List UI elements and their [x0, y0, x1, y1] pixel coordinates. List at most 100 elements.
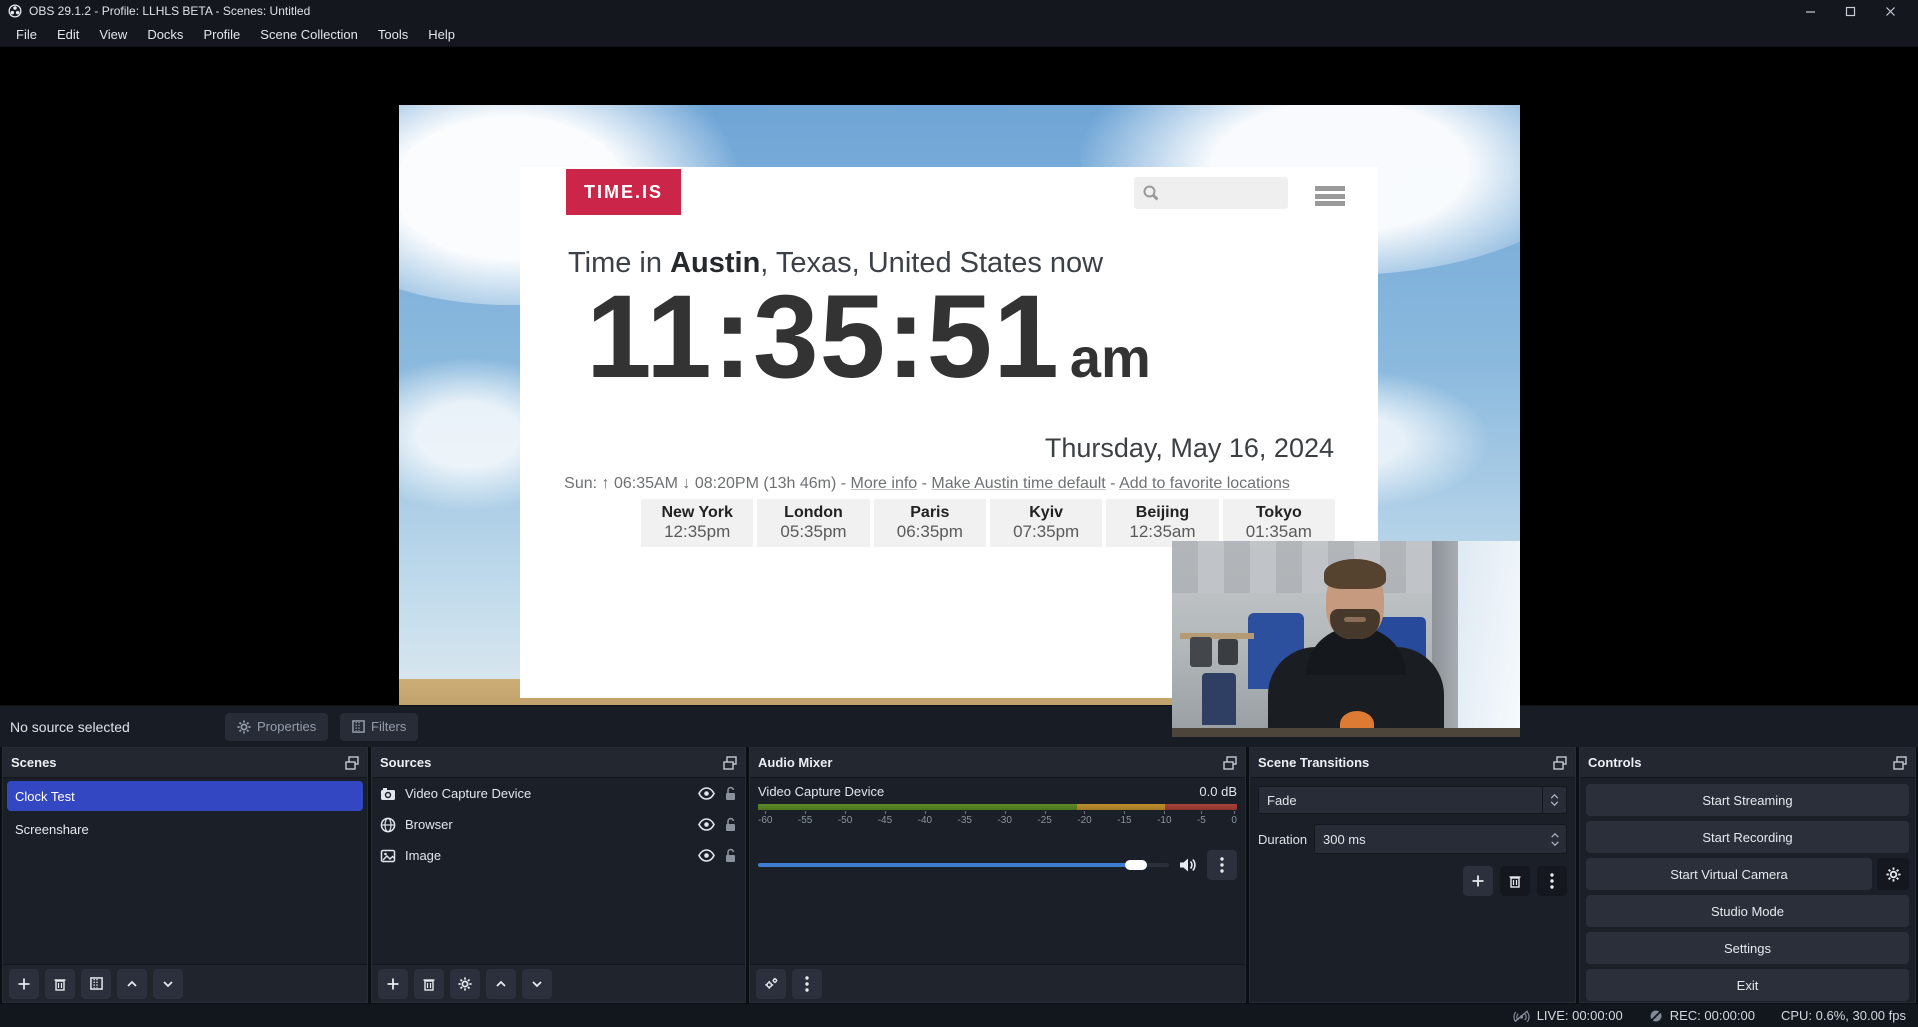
- world-cities-row: New York12:35pm London05:35pm Paris06:35…: [641, 499, 1335, 547]
- popout-icon[interactable]: [1553, 756, 1567, 770]
- office-chair: [1218, 639, 1238, 665]
- add-transition-button[interactable]: [1463, 866, 1493, 896]
- close-button[interactable]: [1870, 0, 1910, 22]
- move-source-up-button[interactable]: [486, 969, 516, 999]
- source-row-browser[interactable]: Browser: [372, 809, 745, 840]
- studio-mode-button[interactable]: Studio Mode: [1586, 895, 1909, 927]
- controls-panel: Controls Start Streaming Start Recording…: [1579, 747, 1916, 1003]
- sources-title: Sources: [380, 755, 431, 770]
- city-box: Paris06:35pm: [874, 499, 986, 547]
- camera-icon: [380, 786, 396, 802]
- start-virtual-camera-button[interactable]: Start Virtual Camera: [1586, 858, 1872, 890]
- duration-label: Duration: [1258, 832, 1314, 847]
- office-chair: [1190, 637, 1212, 667]
- preview-canvas[interactable]: TIME.IS Time in Austin, Texas, United St…: [0, 47, 1918, 705]
- transition-menu-button[interactable]: [1537, 866, 1567, 896]
- blue-chair: [1202, 673, 1236, 725]
- city-box: Beijing12:35am: [1106, 499, 1218, 547]
- menu-view[interactable]: View: [89, 24, 137, 45]
- volume-slider[interactable]: [758, 863, 1169, 867]
- dock-area: Scenes Clock Test Screenshare Sources: [0, 747, 1918, 1003]
- lock-open-icon[interactable]: [724, 817, 737, 832]
- menu-profile[interactable]: Profile: [193, 24, 250, 45]
- audio-mixer-panel: Audio Mixer Video Capture Device 0.0 dB …: [749, 747, 1246, 1003]
- popout-icon[interactable]: [1893, 756, 1907, 770]
- start-recording-button[interactable]: Start Recording: [1586, 821, 1909, 853]
- live-status: LIVE: 00:00:00: [1513, 1008, 1623, 1023]
- popout-icon[interactable]: [723, 756, 737, 770]
- menu-help[interactable]: Help: [418, 24, 465, 45]
- volume-slider-handle[interactable]: [1125, 860, 1147, 870]
- popout-icon[interactable]: [1223, 756, 1237, 770]
- rec-status: REC: 00:00:00: [1649, 1008, 1755, 1023]
- move-scene-down-button[interactable]: [153, 969, 183, 999]
- globe-icon: [380, 817, 396, 833]
- popout-icon[interactable]: [345, 756, 359, 770]
- exit-button[interactable]: Exit: [1586, 969, 1909, 1001]
- spinner-arrows-icon[interactable]: [1544, 833, 1566, 846]
- search-icon: [1142, 184, 1160, 202]
- visibility-eye-icon[interactable]: [698, 818, 715, 831]
- speaker-icon[interactable]: [1179, 857, 1197, 873]
- person-mouth: [1344, 617, 1366, 622]
- menu-docks[interactable]: Docks: [137, 24, 193, 45]
- visibility-eye-icon[interactable]: [698, 787, 715, 800]
- duration-spinbox[interactable]: 300 ms: [1314, 824, 1567, 854]
- add-scene-button[interactable]: [9, 969, 39, 999]
- maximize-button[interactable]: [1830, 0, 1870, 22]
- menu-edit[interactable]: Edit: [47, 24, 89, 45]
- city-box: London05:35pm: [757, 499, 869, 547]
- source-toolbar: No source selected Properties Filters: [0, 705, 1918, 747]
- scenes-panel: Scenes Clock Test Screenshare: [2, 747, 368, 1003]
- digital-clock: 11:35:51 am: [586, 267, 1151, 409]
- source-properties-button[interactable]: [450, 969, 480, 999]
- filters-button[interactable]: Filters: [340, 713, 418, 741]
- remove-scene-button[interactable]: [45, 969, 75, 999]
- source-row-image[interactable]: Image: [372, 840, 745, 871]
- start-streaming-button[interactable]: Start Streaming: [1586, 784, 1909, 816]
- person-hair: [1324, 559, 1386, 589]
- transitions-title: Scene Transitions: [1258, 755, 1369, 770]
- lock-open-icon[interactable]: [724, 848, 737, 863]
- filters-icon: [352, 720, 365, 733]
- cpu-status: CPU: 0.6%, 30.00 fps: [1781, 1008, 1906, 1023]
- scene-transitions-panel: Scene Transitions Fade Duration 300 ms: [1249, 747, 1576, 1003]
- scene-item-screenshare[interactable]: Screenshare: [7, 814, 363, 844]
- properties-button[interactable]: Properties: [225, 713, 328, 741]
- remove-transition-button[interactable]: [1500, 866, 1530, 896]
- virtual-camera-config-button[interactable]: [1877, 858, 1909, 890]
- settings-button[interactable]: Settings: [1586, 932, 1909, 964]
- city-box: Tokyo01:35am: [1223, 499, 1335, 547]
- menu-file[interactable]: File: [6, 24, 47, 45]
- desk-edge: [1172, 728, 1520, 737]
- mixer-channel-menu-button[interactable]: [1207, 850, 1237, 880]
- advanced-audio-button[interactable]: [756, 969, 786, 999]
- menu-bar: File Edit View Docks Profile Scene Colle…: [0, 22, 1918, 47]
- source-row-video-capture[interactable]: Video Capture Device: [372, 778, 745, 809]
- record-off-icon: [1649, 1009, 1663, 1023]
- timeis-logo: TIME.IS: [566, 169, 681, 215]
- clock-time: 11:35:51: [586, 267, 1060, 409]
- remove-source-button[interactable]: [414, 969, 444, 999]
- transition-select[interactable]: Fade: [1258, 786, 1567, 814]
- status-bar: LIVE: 00:00:00 REC: 00:00:00 CPU: 0.6%, …: [0, 1003, 1918, 1027]
- clock-ampm: am: [1070, 325, 1151, 390]
- visibility-eye-icon[interactable]: [698, 849, 715, 862]
- scene-item-clock-test[interactable]: Clock Test: [7, 781, 363, 811]
- mixer-level-db: 0.0 dB: [1199, 784, 1237, 799]
- city-box: New York12:35pm: [641, 499, 753, 547]
- menu-tools[interactable]: Tools: [368, 24, 418, 45]
- scene-filters-button[interactable]: [81, 969, 111, 999]
- office-window: [1458, 541, 1520, 737]
- image-icon: [380, 848, 396, 864]
- lock-open-icon[interactable]: [724, 786, 737, 801]
- minimize-button[interactable]: [1790, 0, 1830, 22]
- chevron-up-down-icon: [1542, 787, 1566, 813]
- move-source-down-button[interactable]: [522, 969, 552, 999]
- mixer-menu-button[interactable]: [792, 969, 822, 999]
- move-scene-up-button[interactable]: [117, 969, 147, 999]
- add-source-button[interactable]: [378, 969, 408, 999]
- volume-meter: [758, 804, 1237, 810]
- menu-scene-collection[interactable]: Scene Collection: [250, 24, 368, 45]
- obs-logo-icon: [8, 4, 22, 18]
